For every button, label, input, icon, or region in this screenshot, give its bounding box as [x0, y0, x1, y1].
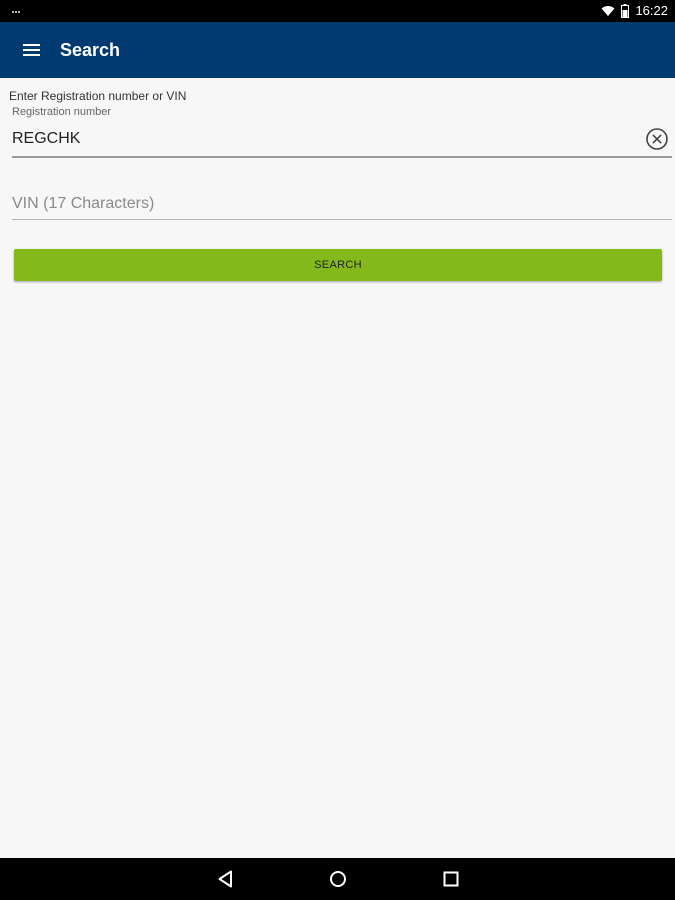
registration-input[interactable]	[12, 124, 632, 154]
menu-icon[interactable]	[20, 39, 44, 61]
vin-field	[12, 190, 672, 220]
status-icons: 16:22	[601, 2, 668, 20]
vin-input[interactable]	[12, 190, 662, 218]
status-bar: 16:22	[0, 0, 675, 22]
wifi-icon	[601, 5, 615, 17]
battery-icon	[621, 4, 630, 18]
registration-underline	[12, 156, 672, 158]
app-bar: Search	[0, 22, 675, 78]
navigation-bar	[0, 858, 675, 900]
home-icon[interactable]	[328, 869, 348, 889]
back-icon[interactable]	[216, 869, 236, 889]
registration-field: Registration number	[12, 106, 672, 158]
vin-underline	[12, 219, 672, 220]
notification-icon	[12, 3, 22, 13]
search-button[interactable]: SEARCH	[14, 249, 662, 281]
search-form: Enter Registration number or VIN Registr…	[0, 78, 675, 858]
instruction-text: Enter Registration number or VIN	[9, 89, 187, 103]
registration-label: Registration number	[12, 106, 112, 118]
recents-icon[interactable]	[441, 869, 461, 889]
status-time: 16:22	[635, 3, 668, 18]
clear-icon[interactable]	[645, 127, 669, 151]
page-title: Search	[60, 40, 121, 60]
